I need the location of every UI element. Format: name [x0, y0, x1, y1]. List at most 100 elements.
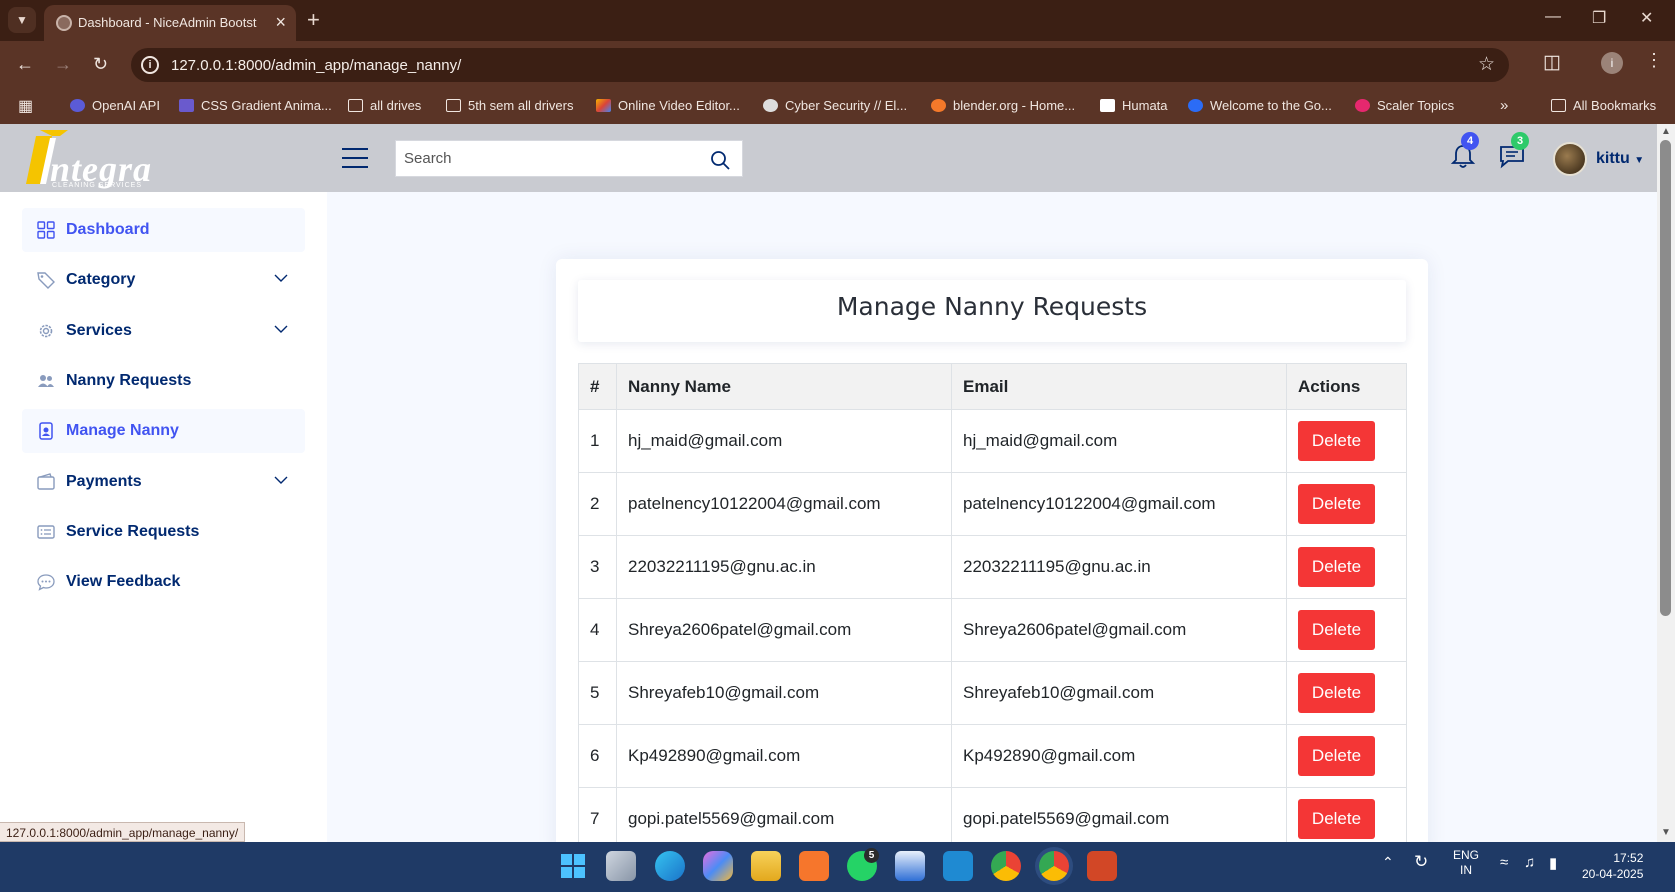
delete-button[interactable]: Delete — [1298, 736, 1375, 776]
windows-taskbar: 5 ⌃ ↻ ENG IN ≈ ♫ ▮ 17:52 20-04-2025 — [0, 842, 1675, 892]
actions-cell: Delete — [1286, 598, 1407, 662]
sidebar-item-services[interactable]: Services — [22, 309, 305, 353]
person-badge-icon — [39, 422, 53, 440]
sidebar-item-service-requests[interactable]: Service Requests — [22, 510, 305, 554]
column-header-number: # — [578, 363, 617, 410]
browser-tabstrip: ▼ Dashboard - NiceAdmin Bootst × + — ❐ ✕ — [0, 0, 1675, 41]
delete-button[interactable]: Delete — [1298, 421, 1375, 461]
close-tab-icon[interactable]: × — [275, 12, 286, 33]
notifications-badge: 4 — [1461, 132, 1479, 150]
reload-icon[interactable]: ↻ — [93, 54, 108, 75]
delete-button[interactable]: Delete — [1298, 610, 1375, 650]
apps-grid-icon[interactable]: ▦ — [18, 96, 33, 116]
people-icon — [38, 375, 54, 387]
table-row: 1 hj_maid@gmail.com hj_maid@gmail.com De… — [578, 409, 1407, 473]
extensions-icon[interactable]: ◫ — [1543, 51, 1561, 74]
sync-icon[interactable]: ↻ — [1414, 852, 1428, 872]
sidebar-item-category[interactable]: Category — [22, 258, 305, 302]
user-avatar[interactable] — [1553, 142, 1587, 176]
language-indicator[interactable]: ENG IN — [1453, 848, 1479, 878]
new-tab-button[interactable]: + — [307, 7, 320, 33]
delete-button[interactable]: Delete — [1298, 799, 1375, 839]
email-cell: Shreyafeb10@gmail.com — [951, 661, 1287, 725]
chrome-profile-icon[interactable] — [1039, 851, 1069, 881]
column-header-actions: Actions — [1286, 363, 1407, 410]
volume-icon[interactable]: ♫ — [1524, 854, 1535, 871]
address-bar[interactable]: i 127.0.0.1:8000/admin_app/manage_nanny/… — [131, 48, 1509, 82]
copilot-icon[interactable] — [703, 851, 733, 881]
sidebar-item-manage-nanny[interactable]: Manage Nanny — [22, 409, 305, 453]
powerpoint-icon[interactable] — [1087, 851, 1117, 881]
restore-icon[interactable]: ❐ — [1592, 8, 1606, 28]
scrollbar-thumb[interactable] — [1660, 140, 1671, 616]
email-cell: 22032211195@gnu.ac.in — [951, 535, 1287, 599]
bookmark-cyber-security[interactable]: Cyber Security // El... — [763, 98, 907, 113]
page-title: Manage Nanny Requests — [836, 292, 1148, 321]
gear-icon — [39, 324, 53, 338]
grid-icon — [37, 221, 55, 239]
integra-logo[interactable]: ntegra CLEANING SERVICES — [22, 126, 172, 189]
battery-icon[interactable]: ▮ — [1549, 854, 1557, 872]
humata-icon — [1100, 99, 1115, 112]
task-view-icon[interactable] — [606, 851, 636, 881]
scroll-down-icon[interactable]: ▼ — [1661, 827, 1671, 838]
window-close-icon[interactable]: ✕ — [1640, 8, 1653, 28]
nanny-name-cell: patelnency10122004@gmail.com — [616, 472, 952, 536]
card-header: Manage Nanny Requests — [578, 280, 1406, 342]
browser-menu-icon[interactable]: ⋮ — [1645, 50, 1663, 71]
minimize-icon[interactable]: — — [1545, 8, 1561, 26]
delete-button[interactable]: Delete — [1298, 673, 1375, 713]
address-url: 127.0.0.1:8000/admin_app/manage_nanny/ — [171, 57, 462, 74]
tray-overflow-icon[interactable]: ⌃ — [1382, 854, 1394, 871]
user-menu-toggle[interactable]: kittu ▼ — [1596, 150, 1644, 168]
site-info-icon[interactable]: i — [141, 56, 159, 74]
bookmark-scaler[interactable]: Scaler Topics — [1355, 98, 1454, 113]
bookmark-humata[interactable]: Humata — [1100, 98, 1168, 113]
card-list-icon — [37, 525, 55, 539]
store-icon[interactable] — [895, 851, 925, 881]
column-header-email: Email — [951, 363, 1287, 410]
bookmark-openai[interactable]: OpenAI API — [70, 98, 160, 113]
delete-button[interactable]: Delete — [1298, 484, 1375, 524]
sidebar-item-view-feedback[interactable]: View Feedback — [22, 560, 305, 604]
tab-search-button[interactable]: ▼ — [8, 7, 36, 33]
windows-start-icon[interactable] — [558, 851, 588, 881]
vscode-icon[interactable] — [943, 851, 973, 881]
file-explorer-icon[interactable] — [751, 851, 781, 881]
nanny-name-cell: Shreyafeb10@gmail.com — [616, 661, 952, 725]
profile-avatar-icon[interactable]: i — [1601, 52, 1623, 74]
back-icon[interactable]: ← — [16, 54, 34, 75]
actions-cell: Delete — [1286, 535, 1407, 599]
delete-button[interactable]: Delete — [1298, 547, 1375, 587]
bookmark-5th-sem[interactable]: 5th sem all drivers — [446, 98, 573, 113]
tab-title: Dashboard - NiceAdmin Bootst — [78, 15, 257, 30]
email-cell: hj_maid@gmail.com — [951, 409, 1287, 473]
bookmark-blender[interactable]: blender.org - Home... — [931, 98, 1075, 113]
page-scrollbar[interactable]: ▲ ▼ — [1657, 124, 1675, 842]
chrome-icon[interactable] — [991, 851, 1021, 881]
all-bookmarks-folder[interactable]: All Bookmarks — [1551, 98, 1656, 113]
video-editor-icon — [596, 99, 611, 112]
xampp-icon[interactable] — [799, 851, 829, 881]
sidebar-item-nanny-requests[interactable]: Nanny Requests — [22, 359, 305, 403]
bookmark-star-icon[interactable]: ☆ — [1478, 53, 1495, 76]
bookmark-welcome[interactable]: Welcome to the Go... — [1188, 98, 1332, 113]
sidebar-item-dashboard[interactable]: Dashboard — [22, 208, 305, 252]
sidebar-toggle-button[interactable] — [342, 148, 368, 168]
more-bookmarks-icon[interactable]: » — [1500, 97, 1508, 114]
browser-tab-active[interactable]: Dashboard - NiceAdmin Bootst × — [44, 5, 296, 41]
blender-icon — [931, 99, 946, 112]
sidebar-item-label: Service Requests — [66, 523, 200, 540]
clock[interactable]: 17:52 20-04-2025 — [1582, 850, 1643, 882]
sidebar-item-payments[interactable]: Payments — [22, 460, 305, 504]
nanny-name-cell: hj_maid@gmail.com — [616, 409, 952, 473]
search-input[interactable] — [404, 150, 694, 167]
edge-browser-icon[interactable] — [655, 851, 685, 881]
bookmark-all-drives[interactable]: all drives — [348, 98, 421, 113]
bookmark-css-gradient[interactable]: CSS Gradient Anima... — [179, 98, 332, 113]
search-icon[interactable] — [710, 150, 730, 170]
bookmark-video-editor[interactable]: Online Video Editor... — [596, 98, 740, 113]
scroll-up-icon[interactable]: ▲ — [1661, 126, 1671, 137]
forward-icon[interactable]: → — [54, 54, 72, 75]
wifi-icon[interactable]: ≈ — [1500, 854, 1508, 871]
